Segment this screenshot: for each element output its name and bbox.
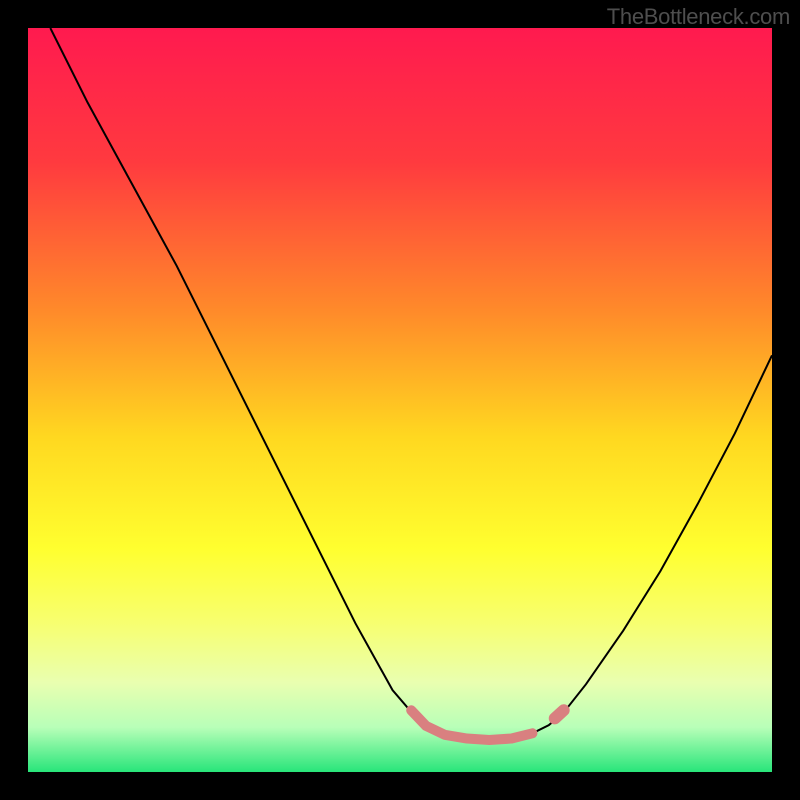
plot-area <box>28 28 772 772</box>
gradient-bg <box>28 28 772 772</box>
series-highlight-dot <box>555 710 564 718</box>
attribution-text: TheBottleneck.com <box>607 4 790 30</box>
chart-svg <box>28 28 772 772</box>
chart-frame: TheBottleneck.com <box>0 0 800 800</box>
